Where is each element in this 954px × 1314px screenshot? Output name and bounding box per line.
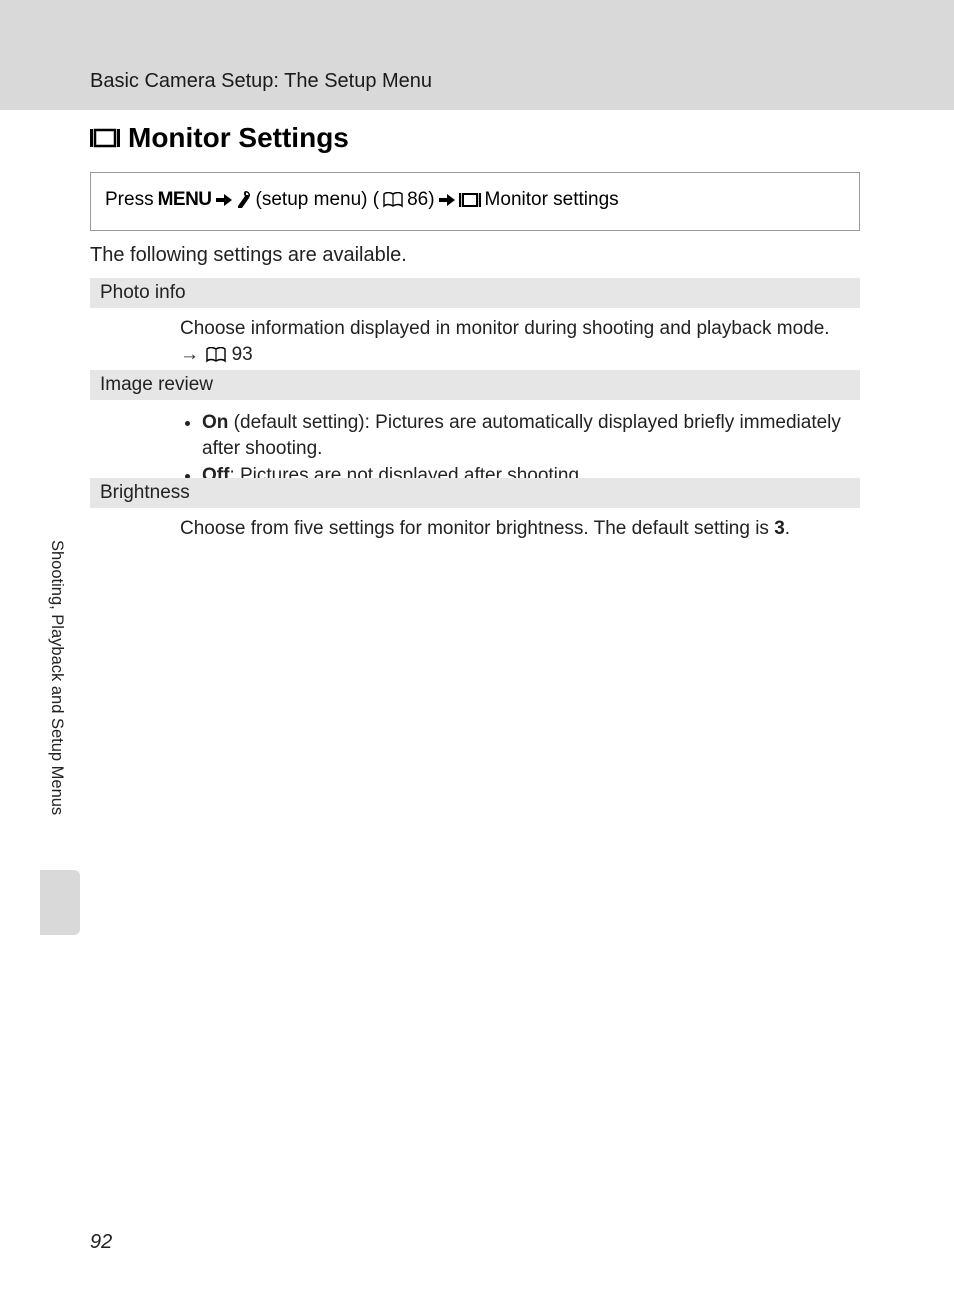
side-tab (40, 870, 80, 935)
page-number: 92 (90, 1231, 112, 1254)
list-item: On (default setting): Pictures are autom… (202, 410, 850, 461)
menu-button-label: MENU (158, 187, 212, 214)
ref-arrow: → (180, 344, 199, 365)
side-section-label: Shooting, Playback and Setup Menus (47, 540, 66, 815)
arrow-right-icon (439, 193, 455, 207)
breadcrumb: Basic Camera Setup: The Setup Menu (90, 70, 432, 93)
header-band (0, 0, 954, 110)
brightness-default: 3 (774, 518, 785, 539)
section-body: Choose information displayed in monitor … (90, 308, 860, 377)
section-photo-info: Photo info Choose information displayed … (90, 278, 860, 377)
path-prefix: Press (105, 187, 154, 214)
arrow-right-icon (216, 193, 232, 207)
brightness-text-after: . (785, 518, 790, 539)
monitor-icon (90, 127, 120, 149)
book-icon (383, 192, 403, 208)
option-label: On (202, 412, 228, 433)
section-header: Photo info (90, 278, 860, 308)
brightness-text-before: Choose from five settings for monitor br… (180, 518, 774, 539)
navigation-path-box: Press MENU (setup menu) ( 86) Monitor se… (90, 172, 860, 231)
section-header: Brightness (90, 478, 860, 508)
section-brightness: Brightness Choose from five settings for… (90, 478, 860, 552)
intro-text: The following settings are available. (90, 244, 407, 267)
path-monitor-text: Monitor settings (485, 187, 619, 214)
heading-text: Monitor Settings (128, 122, 349, 154)
path-setup-text: (setup menu) ( (256, 187, 380, 214)
page-title: Monitor Settings (90, 122, 349, 154)
monitor-icon (459, 192, 481, 208)
section-header: Image review (90, 370, 860, 400)
photo-info-desc: Choose information displayed in monitor … (180, 318, 830, 339)
option-desc: (default setting): Pictures are automati… (202, 412, 841, 459)
path-page-ref-1: 86) (407, 187, 434, 214)
book-icon (206, 347, 226, 363)
photo-info-ref-page: 93 (232, 344, 253, 365)
wrench-icon (236, 191, 252, 209)
section-body: Choose from five settings for monitor br… (90, 508, 860, 552)
